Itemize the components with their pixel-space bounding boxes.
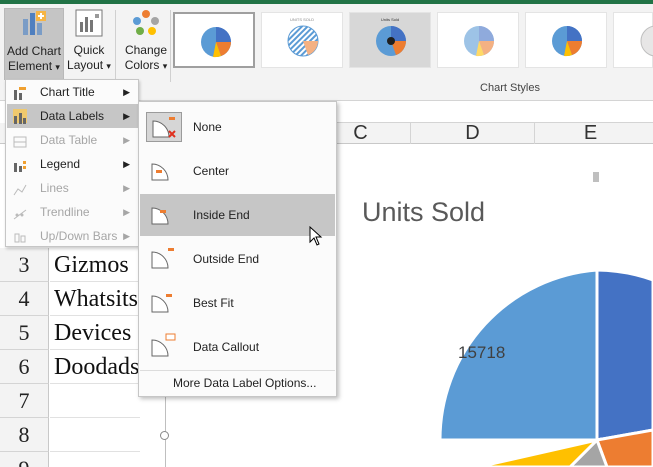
option-label: Center [193,164,230,178]
add-chart-element-menu: Chart Title ▶ Data Labels ▶ Data Table ▶… [5,79,139,247]
menu-item-label: Up/Down Bars [40,229,118,243]
data-label-none-icon [146,112,182,142]
excel-window: Add Chart Element ▾ Quick Layout ▾ Chang… [0,0,653,467]
menu-item-up-down-bars[interactable]: Up/Down Bars ▶ [7,224,138,248]
chevron-right-icon: ▶ [123,231,130,241]
pie-slice-blue-dark [595,268,653,442]
chart-title[interactable]: Units Sold [362,197,485,228]
chevron-right-icon: ▶ [123,207,130,217]
mouse-cursor-icon [309,226,323,246]
menu-item-data-labels[interactable]: Data Labels ▶ [7,104,138,128]
data-label-center-icon [146,156,182,186]
data-label-option-best-fit[interactable]: Best Fit [140,282,335,324]
menu-item-label: Lines [40,181,69,195]
option-label: Best Fit [193,296,234,310]
option-label: Outside End [193,252,260,266]
chart-resize-handle[interactable] [160,431,169,440]
data-label-best-fit-icon [146,288,182,318]
menu-item-legend[interactable]: Legend ▶ [7,152,138,176]
legend-icon [13,157,27,172]
data-label-option-data-callout[interactable]: Data Callout [140,326,335,368]
data-label-outside-end-icon [146,244,182,274]
data-label-option-outside-end[interactable]: Outside End [140,238,335,280]
option-label: None [193,120,222,134]
trendline-icon [13,205,27,220]
more-data-label-options-link[interactable]: More Data Label Options... [140,370,335,394]
lines-icon [13,181,27,196]
chevron-right-icon: ▶ [123,183,130,193]
data-labels-submenu: None Center Inside End Outside End Best … [138,101,337,397]
data-labels-icon [13,109,27,124]
menu-item-label: Chart Title [40,85,95,99]
chevron-right-icon: ▶ [123,111,130,121]
data-table-icon [13,133,27,148]
menu-item-lines[interactable]: Lines ▶ [7,176,138,200]
data-label-inside-end-icon [146,200,182,230]
menu-item-label: Trendline [40,205,90,219]
chart-title-icon [13,85,27,100]
chevron-right-icon: ▶ [123,135,130,145]
menu-item-label: Data Labels [40,109,105,123]
up-down-bars-icon [13,229,27,243]
option-label: Data Callout [193,340,260,354]
chevron-right-icon: ▶ [123,87,130,97]
menu-item-trendline[interactable]: Trendline ▶ [7,200,138,224]
pie-data-label[interactable]: 15718 [458,343,505,363]
data-label-option-center[interactable]: Center [140,150,335,192]
menu-item-chart-title[interactable]: Chart Title ▶ [7,80,138,104]
menu-item-data-table[interactable]: Data Table ▶ [7,128,138,152]
chevron-right-icon: ▶ [123,159,130,169]
option-label: Inside End [193,208,250,222]
data-label-callout-icon [146,332,182,362]
data-label-option-none[interactable]: None [140,106,335,148]
data-label-option-inside-end[interactable]: Inside End [140,194,335,236]
menu-item-label: Legend [40,157,81,171]
menu-item-label: Data Table [40,133,98,147]
